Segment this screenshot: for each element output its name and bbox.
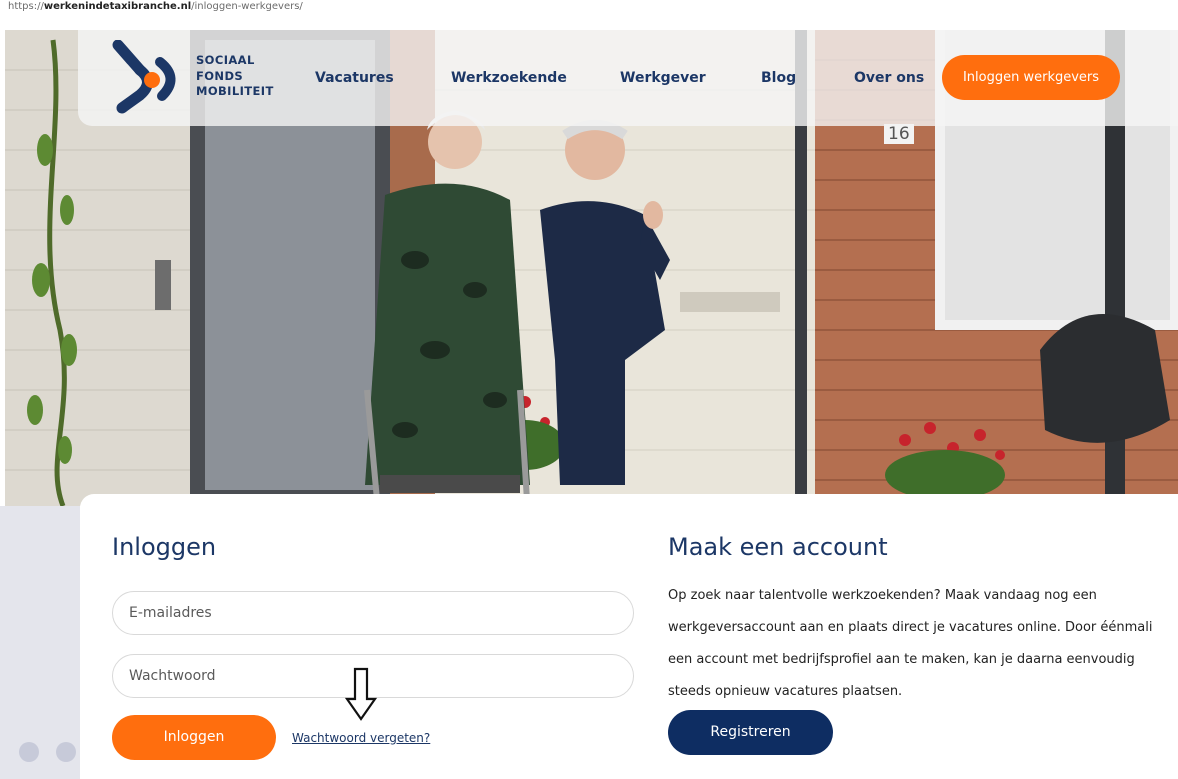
down-arrow-icon xyxy=(345,667,377,721)
sfm-logo-icon[interactable] xyxy=(110,40,182,115)
login-employers-button[interactable]: Inloggen werkgevers xyxy=(942,55,1120,100)
logo-line: MOBILITEIT xyxy=(196,84,274,98)
nav-link-blog[interactable]: Blog xyxy=(761,70,796,86)
site-header: SOCIAAL FONDS MOBILITEIT Vacatures Werkz… xyxy=(78,30,1178,144)
register-text-line: werkgeversaccount aan en plaats direct j… xyxy=(668,620,1153,635)
address-bar: https://werkenindetaxibranche.nl/inlogge… xyxy=(0,0,1178,30)
logo-wordmark[interactable]: SOCIAAL FONDS MOBILITEIT xyxy=(196,53,274,100)
register-text-line: Op zoek naar talentvolle werkzoekenden? … xyxy=(668,588,1097,603)
url-path: /inloggen-werkgevers/ xyxy=(191,1,303,12)
side-panel-strip xyxy=(0,506,80,779)
register-text-line: steeds opnieuw vacatures plaatsen. xyxy=(668,684,903,699)
nav-link-over-ons[interactable]: Over ons xyxy=(854,70,924,86)
logo-line: SOCIAAL xyxy=(196,53,255,67)
register-description: Op zoek naar talentvolle werkzoekenden? … xyxy=(668,580,1178,708)
login-title: Inloggen xyxy=(112,533,217,561)
nav-link-werkgever[interactable]: Werkgever xyxy=(620,70,706,86)
email-field[interactable]: E-mailadres xyxy=(112,591,634,635)
nav-link-vacatures[interactable]: Vacatures xyxy=(315,70,394,86)
register-title: Maak een account xyxy=(668,533,888,561)
register-text-line: een account met bedrijfsprofiel aan te m… xyxy=(668,652,1135,667)
house-number: 16 xyxy=(884,124,914,144)
nav-link-werkzoekende[interactable]: Werkzoekende xyxy=(451,70,567,86)
logo-line: FONDS xyxy=(196,68,244,83)
register-button[interactable]: Registreren xyxy=(668,710,833,755)
url-prefix: https:// xyxy=(8,1,44,12)
forgot-password-link[interactable]: Wachtwoord vergeten? xyxy=(292,731,430,745)
login-button[interactable]: Inloggen xyxy=(112,715,276,760)
slider-dot[interactable] xyxy=(19,742,39,762)
slider-dot[interactable] xyxy=(56,742,76,762)
url-domain: werkenindetaxibranche.nl xyxy=(43,1,192,12)
